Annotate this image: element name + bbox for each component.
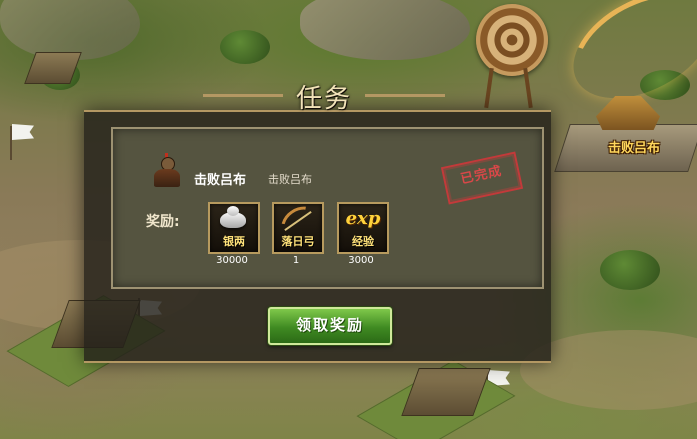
title-ornament-left	[203, 94, 283, 97]
archery-target-leg	[523, 67, 533, 109]
exp-icon: exp	[345, 208, 381, 229]
reward-slot-silver[interactable]: 银两	[208, 202, 260, 254]
quest-name: 击败吕布	[194, 173, 247, 188]
reward-slot-exp[interactable]: exp 经验	[337, 202, 389, 254]
general-avatar-icon	[151, 153, 181, 187]
title-ornament-right	[365, 94, 445, 97]
white-flag	[12, 124, 34, 140]
tree	[220, 30, 270, 64]
flag-pole	[10, 126, 12, 160]
reward-name: 落日弓	[281, 235, 315, 248]
reward-quantity: 30000	[216, 255, 248, 266]
archery-target	[476, 4, 548, 76]
reward-quantity: 1	[292, 255, 300, 266]
tree	[600, 250, 660, 290]
rewards-label: 奖励:	[146, 214, 180, 230]
reward-slot-bow[interactable]: 落日弓	[272, 202, 324, 254]
reward-name: 银两	[223, 235, 245, 248]
reward-name: 经验	[352, 235, 374, 248]
quest-description: 击败吕布	[268, 173, 312, 186]
silver-ingot-icon	[220, 206, 246, 228]
city-name-label: 击败吕布	[608, 141, 661, 156]
dialog-title: 任务	[295, 84, 352, 114]
dialog-bottom-border	[84, 361, 551, 363]
cliff-rock	[300, 0, 470, 60]
claim-reward-button[interactable]: 领取奖励	[268, 307, 392, 345]
archery-target-leg	[484, 67, 494, 109]
avatar-body	[154, 169, 180, 187]
reward-quantity: 3000	[348, 255, 374, 266]
quest-info-panel	[111, 127, 544, 289]
fortress-roof	[596, 96, 660, 130]
cliff-rock	[0, 0, 140, 60]
